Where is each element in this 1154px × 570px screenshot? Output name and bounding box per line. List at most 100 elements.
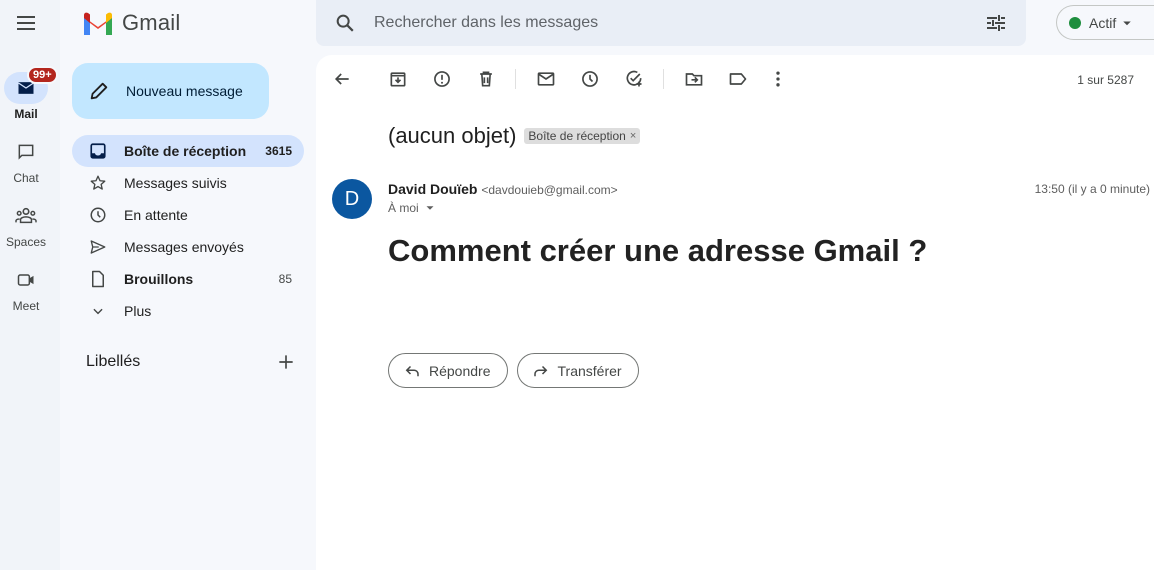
rail-label-chat: Chat [13, 171, 39, 185]
labels-button[interactable] [728, 69, 748, 89]
status-dot-icon [1069, 16, 1081, 29]
message-toolbar: 1 sur 5287 [316, 63, 1154, 95]
main-menu-button[interactable] [14, 11, 38, 35]
sidebar-item-snoozed[interactable]: En attente [72, 199, 304, 231]
sidebar-item-label: Messages suivis [124, 175, 227, 191]
gmail-m-icon [84, 12, 112, 35]
sidebar-item-starred[interactable]: Messages suivis [72, 167, 304, 199]
chat-icon [18, 144, 34, 160]
archive-icon [390, 72, 406, 87]
gmail-logo[interactable]: Gmail [82, 10, 180, 36]
recipients-text: À moi [388, 201, 419, 215]
pencil-icon [90, 82, 108, 100]
labels-section-header: Libellés [86, 352, 296, 372]
message-body: Comment créer une adresse Gmail ? [388, 233, 928, 268]
pagination-text: 1 sur 5287 [1077, 73, 1134, 87]
inbox-icon [90, 143, 106, 159]
spaces-icon [15, 207, 37, 224]
inbox-count: 3615 [265, 144, 292, 158]
reply-icon [405, 365, 419, 376]
search-options-button[interactable] [984, 11, 1008, 35]
reply-label: Répondre [429, 362, 491, 379]
message-subject: (aucun objet) [388, 123, 517, 148]
snooze-button[interactable] [580, 69, 600, 89]
forward-icon [533, 365, 547, 376]
sidebar-item-label: Brouillons [124, 271, 194, 287]
star-icon [90, 175, 106, 190]
forward-label: Transférer [557, 362, 622, 379]
sidebar-item-more[interactable]: Plus [72, 295, 304, 327]
archive-button[interactable] [388, 69, 408, 89]
arrow-back-icon [334, 73, 349, 85]
clock-icon [582, 71, 598, 87]
remove-label-icon[interactable]: × [630, 130, 636, 142]
app-rail: 99+ Mail Chat Spaces Meet [0, 0, 60, 570]
message-actions: Répondre Transférer [388, 353, 639, 388]
meet-icon [17, 274, 34, 286]
chevron-down-icon [93, 308, 103, 315]
mail-outline-icon [537, 72, 555, 86]
rail-item-meet[interactable]: Meet [0, 264, 52, 313]
sender-avatar[interactable]: D [332, 179, 372, 219]
rail-item-chat[interactable]: Chat [0, 136, 52, 185]
labels-title: Libellés [86, 353, 141, 370]
sender-line: David Douïeb <davdouieb@gmail.com> [388, 181, 618, 197]
report-spam-button[interactable] [432, 69, 452, 89]
sender-name[interactable]: David Douïeb [388, 181, 477, 197]
plus-icon [279, 355, 293, 369]
folder-move-icon [685, 73, 703, 86]
toolbar-divider [663, 69, 664, 89]
search-input[interactable] [374, 14, 984, 32]
draft-icon [92, 270, 104, 288]
trash-icon [480, 71, 492, 87]
clock-icon [90, 207, 106, 223]
add-task-icon [626, 70, 642, 87]
report-icon [434, 71, 450, 87]
rail-label-spaces: Spaces [5, 235, 47, 249]
move-to-button[interactable] [684, 69, 704, 89]
caret-down-icon [426, 206, 434, 210]
caret-down-icon [1123, 21, 1131, 25]
sidebar-nav: Boîte de réception 3615 Messages suivis … [72, 135, 304, 327]
drafts-count: 85 [278, 272, 292, 286]
sidebar-item-inbox[interactable]: Boîte de réception 3615 [72, 135, 304, 167]
rail-item-spaces[interactable]: Spaces [0, 200, 52, 249]
sender-email: <davdouieb@gmail.com> [481, 183, 618, 197]
label-chip-text: Boîte de réception [528, 129, 626, 143]
tune-icon [987, 15, 1005, 31]
label-icon [729, 73, 747, 85]
search-bar [316, 0, 1026, 46]
delete-button[interactable] [476, 69, 496, 89]
more-vert-icon [776, 71, 780, 87]
app-title: Gmail [122, 10, 181, 35]
subject-row: (aucun objet) Boîte de réception × [388, 123, 641, 149]
sidebar-item-sent[interactable]: Messages envoyés [72, 231, 304, 263]
sidebar-item-label: En attente [124, 207, 188, 223]
reply-button[interactable]: Répondre [388, 353, 508, 388]
send-icon [90, 240, 106, 254]
more-options-button[interactable] [768, 69, 788, 89]
message-view: 1 sur 5287 (aucun objet) Boîte de récept… [316, 55, 1154, 570]
add-task-button[interactable] [624, 69, 644, 89]
hamburger-icon [17, 16, 35, 30]
compose-button[interactable]: Nouveau message [72, 63, 269, 119]
message-time: 13:50 (il y a 0 minute) [1034, 182, 1150, 196]
compose-label: Nouveau message [126, 83, 243, 99]
search-icon[interactable] [334, 12, 356, 34]
mark-unread-button[interactable] [536, 69, 556, 89]
status-selector[interactable]: Actif [1056, 5, 1154, 40]
sidebar-item-label: Plus [124, 303, 152, 319]
toolbar-divider [515, 69, 516, 89]
mail-unread-badge: 99+ [27, 66, 58, 84]
label-chip[interactable]: Boîte de réception × [524, 128, 641, 144]
add-label-button[interactable] [276, 352, 296, 372]
rail-label-meet: Meet [12, 299, 40, 313]
sidebar-item-label: Messages envoyés [124, 239, 244, 255]
back-button[interactable] [332, 69, 352, 89]
recipients-toggle[interactable]: À moi [388, 201, 437, 215]
status-label: Actif [1089, 14, 1117, 31]
rail-label-mail: Mail [14, 107, 38, 121]
forward-button[interactable]: Transférer [516, 353, 639, 388]
rail-item-mail[interactable]: 99+ Mail [0, 66, 58, 121]
sidebar-item-drafts[interactable]: Brouillons 85 [72, 263, 304, 295]
